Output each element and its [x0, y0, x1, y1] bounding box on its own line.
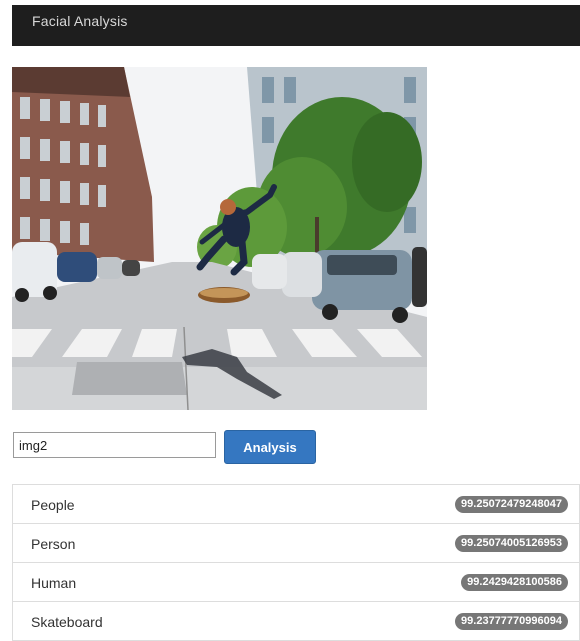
list-item[interactable]: Human 99.2429428100586: [12, 562, 580, 602]
confidence-badge: 99.23777770996094: [455, 613, 568, 630]
image-name-input[interactable]: [13, 432, 216, 458]
result-label: People: [31, 497, 75, 513]
confidence-badge: 99.25074005126953: [455, 535, 568, 552]
analysis-button[interactable]: Analysis: [224, 430, 316, 464]
result-label: Skateboard: [31, 614, 103, 630]
confidence-badge: 99.25072479248047: [455, 496, 568, 513]
list-item[interactable]: Skateboard 99.23777770996094: [12, 601, 580, 641]
analyzed-image: [12, 67, 427, 410]
list-item[interactable]: People 99.25072479248047: [12, 484, 580, 524]
result-label: Person: [31, 536, 76, 552]
street-skateboarder-photo: [12, 67, 427, 410]
results-list: People 99.25072479248047 Person 99.25074…: [12, 484, 580, 641]
list-item[interactable]: Person 99.25074005126953: [12, 523, 580, 563]
result-label: Human: [31, 575, 77, 591]
app-title[interactable]: Facial Analysis: [32, 13, 128, 29]
confidence-badge: 99.2429428100586: [461, 574, 568, 591]
top-navbar: Facial Analysis: [12, 5, 580, 46]
